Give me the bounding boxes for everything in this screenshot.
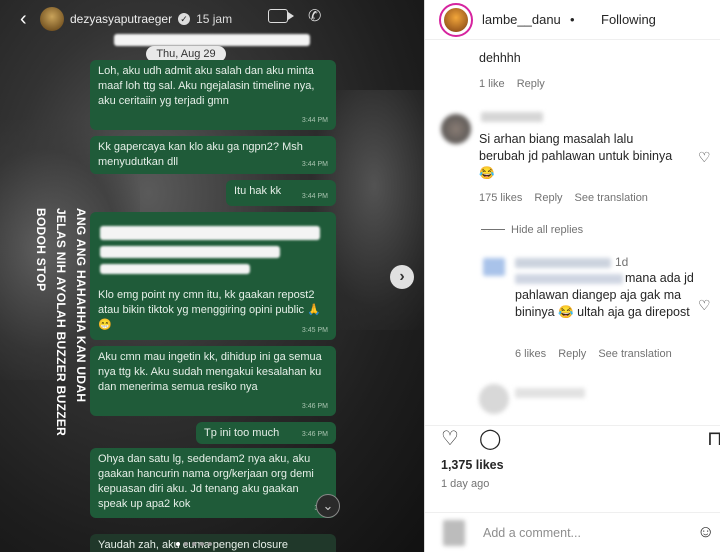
message-time: 3:46 PM [301,431,328,438]
comment-text: dehhhh [479,51,521,65]
author-username[interactable]: lambe__danu [482,12,561,27]
verified-badge-icon: ✓ [178,13,191,25]
heart-icon[interactable]: ♡ [698,298,712,312]
back-chevron-icon: ‹ [20,7,27,30]
carousel-dot [192,542,196,546]
message-text: Ohya dan satu lg, sedendam2 nya aku, aku… [98,453,314,510]
message-text: Itu hak kk [234,185,282,197]
next-arrow-icon[interactable]: › [390,265,414,289]
emoji-icon[interactable]: ☺ [697,522,714,542]
chat-screenshot: Thu, Aug 29 Loh, aku udh admit aku salah… [90,32,336,552]
comment-text: Si arhan biang masalah lalu berubah jd p… [479,132,673,180]
message-time: 3:44 PM [301,193,328,200]
redacted-block [100,246,280,258]
message-text: Tp ini too much [204,427,280,439]
chat-bubble: Ohya dan satu lg, sedendam2 nya aku, aku… [90,448,336,518]
commenter-avatar[interactable] [441,114,471,144]
comment-meta: 175 likes Reply See translation [479,192,648,204]
message-time: 3:46 PM [301,403,328,410]
redacted-block [114,34,310,46]
see-translation-button[interactable]: See translation [598,348,671,360]
overlay-line: JELAS NIH AYOLAH BUZZER BUZZER [54,208,68,437]
carousel-dots [176,542,212,546]
post-media: ‹ dezyasyaputraeger ✓ 15 jam ✆ ANG ANG H… [0,0,424,552]
reply-button[interactable]: Reply [558,348,586,360]
carousel-dot [200,542,204,546]
carousel-dot [208,542,212,546]
message-time: 3:44 PM [301,161,328,168]
comment-likes[interactable]: 6 likes [515,348,546,360]
save-icon[interactable]: ⊓ [707,426,720,451]
overlay-line: BODOH STOP [34,208,48,292]
message-text: Kk gapercaya kan klo aku ga ngpn2? Msh m… [98,141,303,168]
hide-replies-button[interactable]: Hide all replies [511,224,583,236]
reply-avatar[interactable] [483,258,505,276]
chat-bubble: Tp ini too much 3:46 PM [196,422,336,444]
add-comment-bar: Add a comment... ☺ [425,512,720,552]
reply-button[interactable]: Reply [517,78,545,90]
following-button[interactable]: Following [601,12,656,27]
redacted-block [100,226,320,240]
reply-text: mana ada jd pahlawan diangep aja gak ma … [515,271,694,319]
heart-icon[interactable]: ♡ [698,150,712,164]
header-separator: • [570,12,575,27]
hide-replies-label: Hide all replies [511,224,584,236]
comment-meta: 1 like Reply [479,78,545,90]
message-text: Aku cmn mau ingetin kk, dihidup ini ga s… [98,351,322,393]
message-time: 3:44 PM [301,117,328,124]
message-text: Klo emg point ny cmn itu, kk gaakan repo… [98,289,321,331]
post-header: lambe__danu • Following [425,0,720,40]
overlay-line: ANG ANG HAHAHHA KAN UDAH [74,208,88,403]
reply-age: 1d [615,255,629,269]
action-bar: ♡ ◯ ⊓ [425,425,720,451]
chat-bubble: Yaudah zah, aku cuma pengen closure [90,534,336,552]
comment-likes[interactable]: 1 like [479,78,505,90]
chat-bubble: Kk gapercaya kan klo aku ga ngpn2? Msh m… [90,136,336,174]
story-avatar [40,7,64,31]
chat-bubble: Aku cmn mau ingetin kk, dihidup ini ga s… [90,346,336,416]
see-translation-button[interactable]: See translation [575,192,648,204]
post-side-panel: lambe__danu • Following dehhhh 1 like Re… [424,0,720,552]
message-text: Loh, aku udh admit aku salah dan aku min… [98,65,315,107]
commenter-avatar[interactable] [479,384,509,414]
comment-icon[interactable]: ◯ [479,426,501,451]
story-time: 15 jam [196,12,233,26]
redacted-block [100,264,250,274]
video-call-icon [268,9,294,23]
chat-bubble: Loh, aku udh admit aku salah dan aku min… [90,60,336,130]
redacted-username [515,258,611,268]
comment-likes[interactable]: 175 likes [479,192,522,204]
comment-meta: 6 likes Reply See translation [515,348,672,360]
viewer-avatar [443,520,465,546]
posted-time: 1 day ago [441,478,490,490]
redacted-username [515,388,585,398]
likes-count[interactable]: 1,375 likes [441,458,504,472]
heart-icon[interactable]: ♡ [441,426,459,451]
voice-call-icon: ✆ [308,8,322,25]
message-time: 3:45 PM [301,327,328,334]
chat-bubble: Klo emg point ny cmn itu, kk gaakan repo… [90,212,336,340]
carousel-dot [176,542,180,546]
story-username: dezyasyaputraeger [70,12,173,26]
chat-bubble: Itu hak kk 3:44 PM [226,180,336,206]
redacted-username [481,112,543,122]
author-avatar[interactable] [439,3,473,37]
add-comment-input[interactable]: Add a comment... [483,526,581,540]
reply-button[interactable]: Reply [534,192,562,204]
scroll-down-icon[interactable]: ⌄ [316,494,340,518]
replies-divider [481,229,505,230]
carousel-dot [184,542,188,546]
